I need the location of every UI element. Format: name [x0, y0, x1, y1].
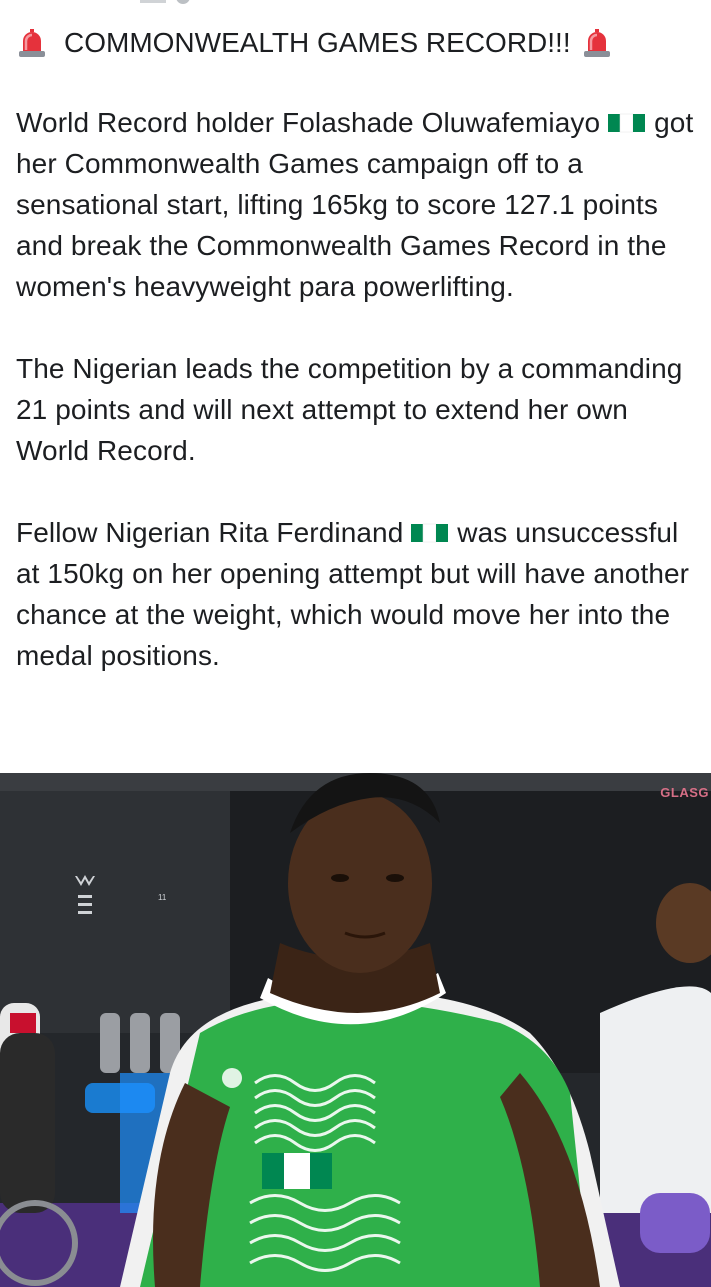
paragraph-record: World Record holder Folashade Oluwafemia… [16, 102, 706, 307]
paragraph-text: Fellow Nigerian Rita Ferdinand [16, 517, 404, 548]
headline-text: COMMONWEALTH GAMES RECORD!!! [64, 26, 571, 58]
previous-post-edge [0, 0, 711, 6]
facebook-post: COMMONWEALTH GAMES RECORD!!! World Recor… [0, 0, 711, 1287]
globe-icon [176, 0, 190, 4]
siren-icon [19, 29, 45, 57]
divider [140, 0, 166, 3]
paragraph-ferdinand: Fellow Nigerian Rita Ferdinand was unsuc… [16, 512, 706, 676]
venue-sign: GLASG [660, 785, 709, 800]
post-headline: COMMONWEALTH GAMES RECORD!!! [16, 20, 706, 64]
post-photo[interactable]: 11 GLASG [0, 773, 711, 1287]
svg-text:11: 11 [158, 893, 167, 902]
athlete-photo-illustration: 11 [0, 773, 711, 1287]
paragraph-text: World Record holder Folashade Oluwafemia… [16, 107, 601, 138]
nigeria-flag-icon [608, 113, 646, 133]
paragraph-lead: The Nigerian leads the competition by a … [16, 353, 683, 466]
siren-icon [583, 29, 610, 57]
nigeria-flag-icon [411, 523, 449, 543]
post-text: COMMONWEALTH GAMES RECORD!!! World Recor… [16, 20, 706, 676]
